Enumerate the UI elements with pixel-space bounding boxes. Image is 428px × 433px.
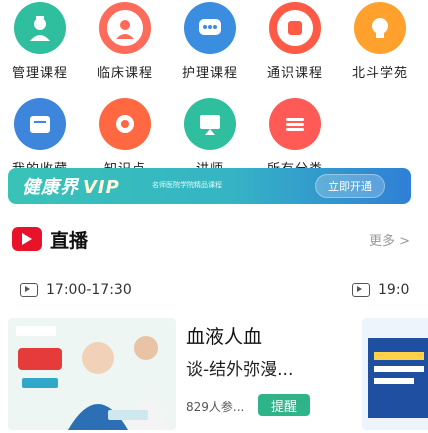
category-icon — [269, 98, 321, 150]
live-section-header: 直播 — [12, 226, 88, 252]
tv-icon — [352, 283, 370, 297]
live-thumbnail-next[interactable] — [362, 318, 428, 430]
vip-title: 健康界 VIP — [22, 177, 120, 198]
record-icon — [269, 2, 321, 54]
grid-item-label: 管理课程 — [11, 66, 68, 81]
tv-icon — [20, 283, 38, 297]
grid-item-clinical[interactable]: 临床课程 — [85, 2, 165, 81]
time-slot-label: 17:00-17:30 — [46, 282, 132, 298]
nurse-icon — [14, 2, 66, 54]
gear-icon — [99, 98, 151, 150]
grid-item-label: 护理课程 — [181, 66, 238, 81]
grid-item-lecturer[interactable]: 讲师 — [170, 98, 250, 177]
grid-item-label: 通识课程 — [266, 66, 323, 81]
time-slot-label: 19:0 — [378, 282, 410, 298]
teacher-icon — [184, 98, 236, 150]
bulb-icon — [354, 2, 406, 54]
live-thumbnail[interactable] — [8, 318, 176, 430]
grid-item-label: 北斗学苑 — [351, 66, 408, 81]
remind-button[interactable]: 提醒 — [258, 394, 310, 416]
grid-item-general[interactable]: 通识课程 — [255, 2, 335, 81]
live-card-subtitle: 谈-结外弥漫... — [186, 360, 294, 380]
live-card-title[interactable]: 血液人血 — [186, 322, 262, 349]
vip-banner[interactable]: 健康界 VIP 名师医院学院精品课程 立即开通 — [8, 168, 411, 204]
time-slot-1[interactable]: 17:00-17:30 — [20, 282, 132, 298]
grid-item-nursing[interactable]: 护理课程 — [170, 2, 250, 81]
time-slot-2[interactable]: 19:0 — [352, 282, 409, 298]
more-link[interactable]: 更多 > — [369, 230, 410, 249]
grid-item-label: 临床课程 — [96, 66, 153, 81]
viewer-count: 829人参... — [186, 400, 245, 414]
chat-bubble-icon — [184, 2, 236, 54]
vip-open-button[interactable]: 立即开通 — [315, 174, 385, 198]
vip-subtitle: 名师医院学院精品课程 — [152, 181, 222, 189]
doctor-icon — [99, 2, 151, 54]
grid-item-all-categories[interactable]: 所有分类 — [255, 98, 335, 177]
live-logo-icon — [12, 227, 42, 251]
grid-item-knowledge[interactable]: 知识点 — [85, 98, 165, 177]
grid-item-beidou[interactable]: 北斗学苑 — [340, 2, 420, 81]
grid-item-management[interactable]: 管理课程 — [0, 2, 80, 81]
grid-item-favorites[interactable]: 我的收藏 — [0, 98, 80, 177]
folder-icon — [14, 98, 66, 150]
live-section-title: 直播 — [50, 229, 89, 252]
home-page: 管理课程 临床课程 护理课程 通识课程 北斗学苑 健康界 VIP 名师医院学院精… — [0, 0, 428, 433]
